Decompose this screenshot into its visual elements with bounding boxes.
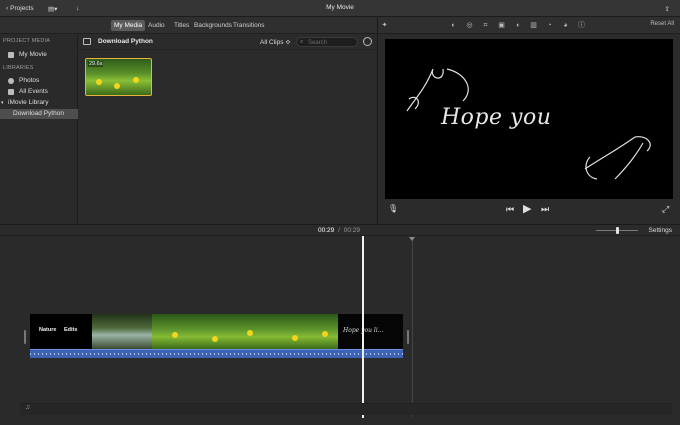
media-browser: Download Python All Clips ≎ ⌕ Search 29.… (79, 34, 377, 224)
film-icon (8, 52, 14, 58)
share-button[interactable]: ⇪ (665, 3, 670, 14)
sidebar-item-imovie-library[interactable]: ▾ iMovie Library (0, 98, 78, 108)
video-viewer[interactable]: Hope you (385, 39, 673, 199)
search-placeholder: Search (308, 39, 328, 46)
play-icon[interactable]: ▶ (523, 202, 531, 215)
audio-waveform (30, 353, 403, 355)
panel-divider (377, 17, 378, 224)
media-tabs-bar: My Media Audio Titles Backgrounds Transi… (0, 17, 680, 34)
flower-shape (114, 83, 120, 89)
crop-icon[interactable]: ⌗ (481, 21, 490, 30)
timecode-display: 00:29 / 00:29 (318, 227, 360, 234)
intro-word: Edits (64, 327, 78, 333)
skip-back-icon[interactable]: ⏮ (506, 204, 514, 215)
timeline-settings-button[interactable]: Settings (649, 227, 673, 234)
clip-end-handle[interactable] (407, 330, 409, 344)
sidebar-item-all-events[interactable]: All Events (0, 87, 78, 97)
tab-my-media[interactable]: My Media (111, 20, 146, 31)
event-title: Download Python (98, 38, 153, 45)
noise-reduction-icon[interactable]: ▥ (529, 21, 538, 30)
filter-icon[interactable]: ◕ (561, 21, 570, 30)
flower-shape (212, 336, 218, 342)
volume-icon[interactable]: ◖ (513, 21, 522, 30)
tab-audio[interactable]: Audio (145, 20, 168, 31)
flower-shape (247, 330, 253, 336)
sidebar-item-label: All Events (19, 88, 48, 95)
clip-duration-badge: 29.6s (88, 61, 104, 67)
microphone-icon[interactable]: 🎙︎ (388, 204, 398, 213)
flower-shape (172, 332, 178, 338)
browser-header: Download Python All Clips ≎ ⌕ Search (79, 34, 377, 50)
color-balance-icon[interactable]: ◐ (449, 21, 458, 30)
flower-field-clip[interactable] (152, 314, 338, 349)
flower-shape (322, 331, 328, 337)
magic-wand-icon[interactable]: ✦ (380, 21, 389, 30)
project-end-line (412, 237, 413, 417)
intro-word: Nature (39, 327, 57, 333)
clip-thumbnail[interactable]: 29.6s (85, 58, 152, 96)
sidebar-item-label: iMovie Library (8, 99, 49, 106)
speed-icon[interactable]: ◔ (545, 21, 554, 30)
sidebar-item-download-python[interactable]: Download Python (0, 109, 78, 119)
info-icon[interactable]: ⓘ (577, 21, 586, 30)
reset-all-button[interactable]: Reset All (650, 21, 674, 27)
search-icon: ⌕ (300, 39, 304, 45)
project-end-marker (409, 237, 415, 241)
music-note-icon: ♫ (25, 404, 31, 411)
sidebar-item-my-movie[interactable]: My Movie (0, 50, 78, 60)
flower-shape (133, 77, 139, 83)
video-clip-strip[interactable]: Nature Edits Hope you li... (30, 314, 403, 358)
clip-filter-dropdown[interactable]: All Clips ≎ (260, 38, 291, 46)
sidebar-item-label: My Movie (19, 51, 47, 58)
search-field[interactable]: ⌕ Search (296, 37, 358, 47)
playhead[interactable] (362, 236, 364, 418)
sidebar-toggle-icon[interactable] (83, 38, 91, 45)
audio-track[interactable] (30, 349, 403, 358)
flower-shape (292, 335, 298, 341)
libraries-header: LIBRARIES (3, 65, 34, 71)
events-icon (8, 89, 14, 95)
photos-icon (8, 78, 14, 84)
total-time: 00:29 (343, 227, 360, 234)
flower-shape (96, 79, 102, 85)
gear-icon[interactable] (363, 37, 372, 46)
color-correction-icon[interactable]: ◎ (465, 21, 474, 30)
ending-title-clip[interactable]: Hope you li... (338, 314, 403, 349)
libraries-sidebar: PROJECT MEDIA My Movie LIBRARIES Photos … (0, 34, 78, 224)
waterfall-clip[interactable] (92, 314, 152, 349)
fullscreen-icon[interactable]: ⤢ (662, 204, 669, 215)
stabilization-icon[interactable]: ▣ (497, 21, 506, 30)
window-title: My Movie (326, 4, 354, 11)
zoom-slider-knob[interactable] (616, 227, 619, 234)
background-music-lane[interactable] (20, 403, 672, 415)
current-time: 00:29 (318, 227, 335, 234)
disclosure-triangle-icon: ▾ (1, 100, 4, 106)
project-media-header: PROJECT MEDIA (3, 38, 51, 44)
sidebar-item-label: Photos (19, 77, 40, 84)
time-separator: / (338, 227, 340, 234)
clip-start-handle[interactable] (24, 330, 26, 344)
title-bar: ‹ Projects ▤▾ ↓ My Movie ⇪ (0, 0, 680, 17)
viewer-title-text: Hope you (441, 105, 552, 130)
tab-transitions[interactable]: Transitions (230, 20, 268, 31)
tab-titles[interactable]: Titles (171, 20, 192, 31)
intro-title-clip[interactable]: Nature Edits (30, 314, 92, 349)
sidebar-item-photos[interactable]: Photos (0, 76, 78, 86)
skip-forward-icon[interactable]: ⏭ (541, 204, 549, 215)
timeline-area[interactable]: Nature Edits Hope you li... (0, 237, 680, 425)
share-icon: ⇪ (664, 5, 670, 13)
tab-backgrounds[interactable]: Backgrounds (191, 20, 235, 31)
sidebar-item-label: Download Python (13, 110, 64, 117)
timeline-header: 00:29 / 00:29 Settings (0, 224, 680, 236)
